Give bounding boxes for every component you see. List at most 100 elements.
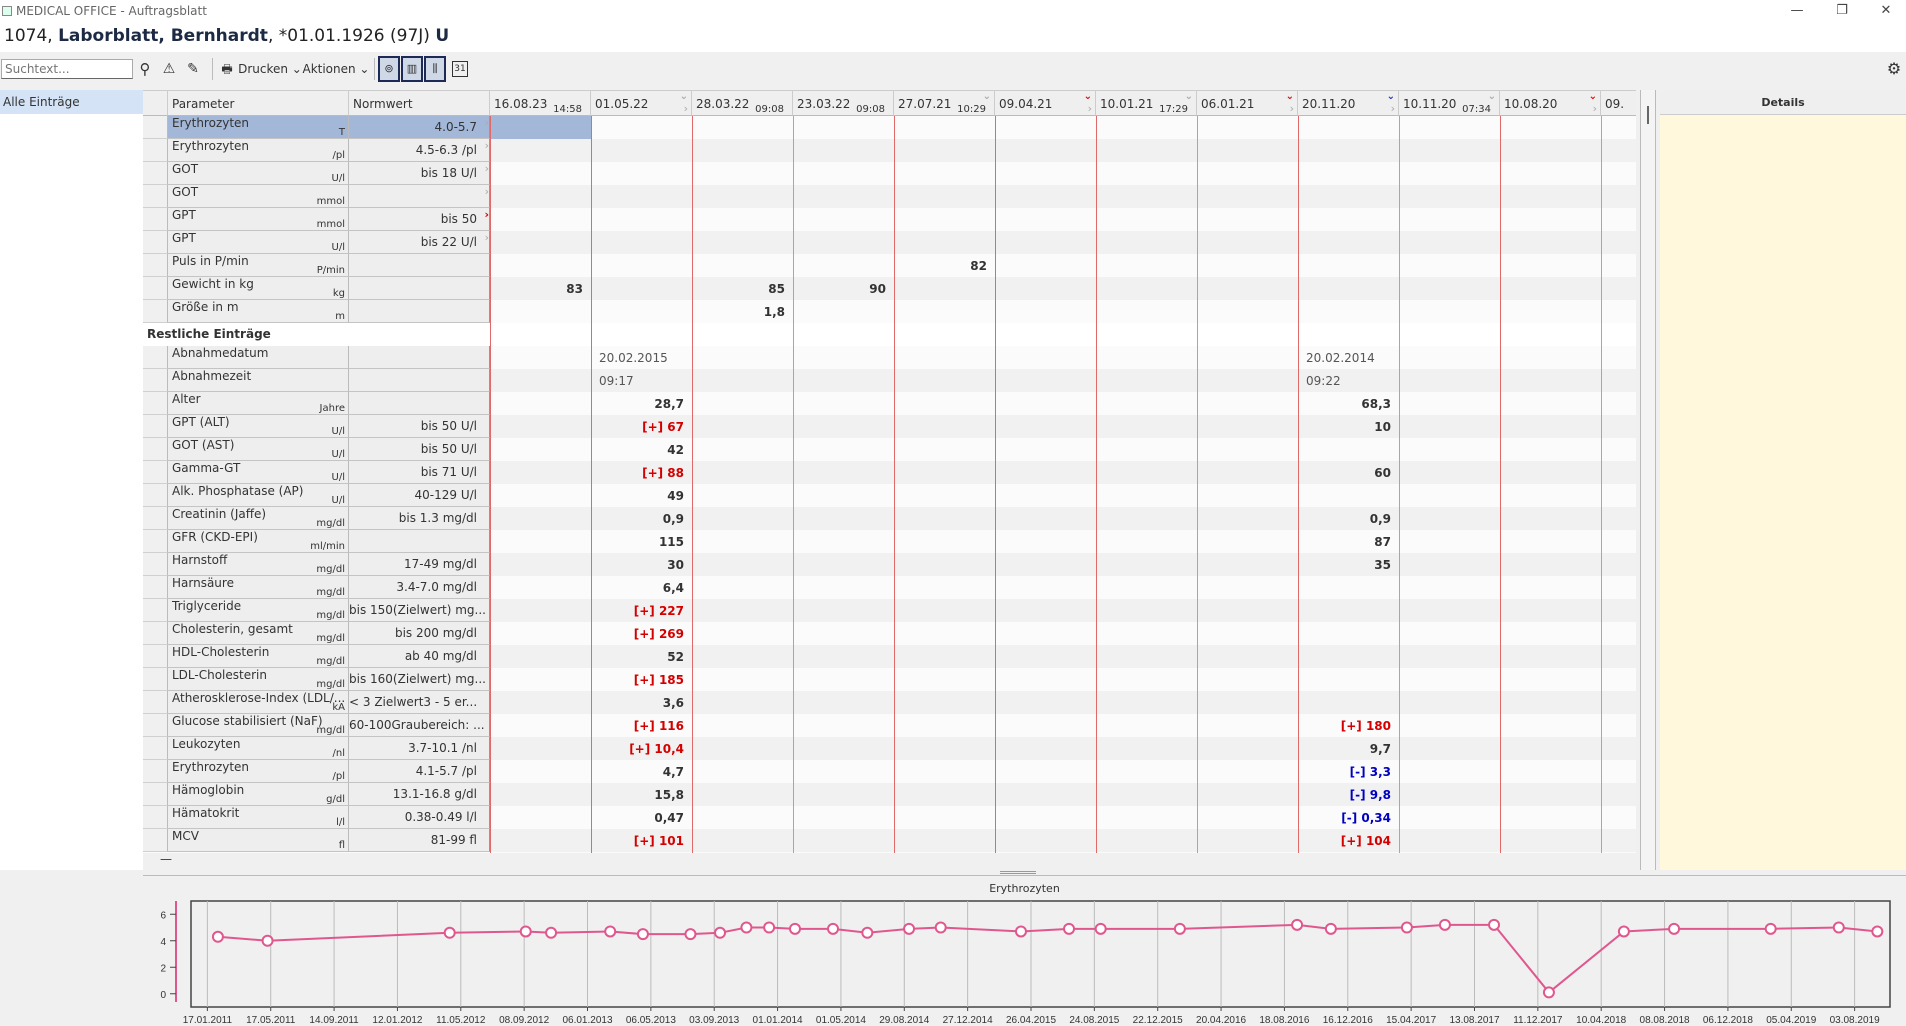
- chevron-right-icon[interactable]: ›: [484, 208, 489, 226]
- value-cell[interactable]: [1601, 484, 1636, 507]
- value-cell[interactable]: [490, 185, 591, 208]
- value-cell[interactable]: [894, 415, 995, 438]
- search-input[interactable]: [1, 59, 133, 79]
- value-cell[interactable]: [692, 668, 793, 691]
- column-header-date[interactable]: 10.01.21 17:29 ⌄: [1096, 91, 1197, 116]
- value-cell[interactable]: [490, 599, 591, 622]
- value-cell[interactable]: [1601, 461, 1636, 484]
- value-cell[interactable]: [995, 599, 1096, 622]
- value-cell[interactable]: [1399, 392, 1500, 415]
- data-point[interactable]: [1400, 921, 1413, 934]
- value-cell[interactable]: [793, 737, 894, 760]
- value-cell[interactable]: [490, 415, 591, 438]
- value-cell[interactable]: [894, 392, 995, 415]
- value-cell[interactable]: [995, 116, 1096, 139]
- value-cell[interactable]: [1197, 208, 1298, 231]
- value-cell[interactable]: [692, 369, 793, 392]
- value-cell[interactable]: [1197, 139, 1298, 162]
- value-cell[interactable]: [1197, 346, 1298, 369]
- value-cell[interactable]: [894, 300, 995, 323]
- column-header-date[interactable]: 10.08.20 ⌄ ›: [1500, 91, 1601, 116]
- value-cell[interactable]: [894, 369, 995, 392]
- search-icon[interactable]: ⚲: [136, 58, 154, 80]
- value-cell[interactable]: [490, 116, 591, 139]
- data-point[interactable]: [740, 921, 753, 934]
- value-cell[interactable]: [1500, 116, 1601, 139]
- value-cell[interactable]: [591, 208, 692, 231]
- table-row[interactable]: GPT (ALT) U/l bis 50 U/l [+] 67 10: [143, 415, 1636, 438]
- value-cell[interactable]: [793, 668, 894, 691]
- value-cell[interactable]: 3,6: [591, 691, 692, 714]
- column-header-date[interactable]: 27.07.21 10:29 ⌄: [894, 91, 995, 116]
- value-cell[interactable]: 60: [1298, 461, 1399, 484]
- value-cell[interactable]: [1298, 484, 1399, 507]
- value-cell[interactable]: [995, 231, 1096, 254]
- restore-button[interactable]: ❐: [1822, 0, 1862, 22]
- value-cell[interactable]: [793, 369, 894, 392]
- vertical-scrollbar[interactable]: [1640, 90, 1656, 870]
- value-cell[interactable]: [1298, 576, 1399, 599]
- chevron-right-icon[interactable]: ›: [485, 185, 489, 203]
- value-cell[interactable]: [995, 300, 1096, 323]
- value-cell[interactable]: [1601, 162, 1636, 185]
- data-point[interactable]: [934, 921, 947, 934]
- value-cell[interactable]: 68,3: [1298, 392, 1399, 415]
- chevron-right-icon[interactable]: ›: [1391, 102, 1395, 115]
- value-cell[interactable]: [692, 507, 793, 530]
- value-cell[interactable]: [692, 208, 793, 231]
- value-cell[interactable]: 15,8: [591, 783, 692, 806]
- value-cell[interactable]: [1500, 438, 1601, 461]
- value-cell[interactable]: [1399, 346, 1500, 369]
- value-cell[interactable]: [995, 346, 1096, 369]
- table-row[interactable]: Erythrozyten/pl 4.1-5.7 /pl 4,7 [-] 3,3: [143, 760, 1636, 783]
- value-cell[interactable]: [1197, 369, 1298, 392]
- value-cell[interactable]: [1399, 553, 1500, 576]
- value-cell[interactable]: [894, 208, 995, 231]
- value-cell[interactable]: [995, 783, 1096, 806]
- value-cell[interactable]: 20.02.2015: [591, 346, 692, 369]
- value-cell[interactable]: 0,9: [591, 507, 692, 530]
- chevron-down-icon[interactable]: ⌄: [983, 91, 991, 102]
- data-point[interactable]: [788, 922, 801, 935]
- value-cell[interactable]: [1601, 392, 1636, 415]
- value-cell[interactable]: [995, 760, 1096, 783]
- value-cell[interactable]: [1096, 139, 1197, 162]
- value-cell[interactable]: [995, 369, 1096, 392]
- value-cell[interactable]: [1096, 369, 1197, 392]
- value-cell[interactable]: [894, 737, 995, 760]
- value-cell[interactable]: [1601, 438, 1636, 461]
- value-cell[interactable]: [894, 484, 995, 507]
- value-cell[interactable]: [1298, 277, 1399, 300]
- value-cell[interactable]: [894, 507, 995, 530]
- value-cell[interactable]: [894, 599, 995, 622]
- value-cell[interactable]: [1601, 369, 1636, 392]
- table-row[interactable]: Gamma-GT U/l bis 71 U/l [+] 88 60: [143, 461, 1636, 484]
- value-cell[interactable]: [1500, 484, 1601, 507]
- value-cell[interactable]: 28,7: [591, 392, 692, 415]
- value-cell[interactable]: [995, 806, 1096, 829]
- value-cell[interactable]: [490, 208, 591, 231]
- data-point[interactable]: [1542, 986, 1555, 999]
- chevron-right-icon[interactable]: ›: [1088, 102, 1092, 115]
- value-cell[interactable]: [1298, 645, 1399, 668]
- actions-button[interactable]: Aktionen ⌄: [302, 58, 370, 80]
- value-cell[interactable]: [1500, 415, 1601, 438]
- value-cell[interactable]: 30: [591, 553, 692, 576]
- column-header-date[interactable]: 10.11.20 07:34 ⌄: [1399, 91, 1500, 116]
- value-cell[interactable]: [894, 461, 995, 484]
- value-cell[interactable]: [1601, 668, 1636, 691]
- warning-icon[interactable]: ⚠: [160, 58, 178, 80]
- value-cell[interactable]: [995, 530, 1096, 553]
- value-cell[interactable]: [894, 829, 995, 852]
- value-cell[interactable]: [1399, 208, 1500, 231]
- value-cell[interactable]: [692, 714, 793, 737]
- table-row[interactable]: Harnstoff mg/dl 17-49 mg/dl 30 35: [143, 553, 1636, 576]
- value-cell[interactable]: [1197, 231, 1298, 254]
- value-cell[interactable]: 1,8: [692, 300, 793, 323]
- value-cell[interactable]: [490, 507, 591, 530]
- value-cell[interactable]: [1500, 829, 1601, 852]
- data-point[interactable]: [1617, 925, 1630, 938]
- value-cell[interactable]: [995, 438, 1096, 461]
- value-cell[interactable]: [1601, 760, 1636, 783]
- value-cell[interactable]: [1096, 806, 1197, 829]
